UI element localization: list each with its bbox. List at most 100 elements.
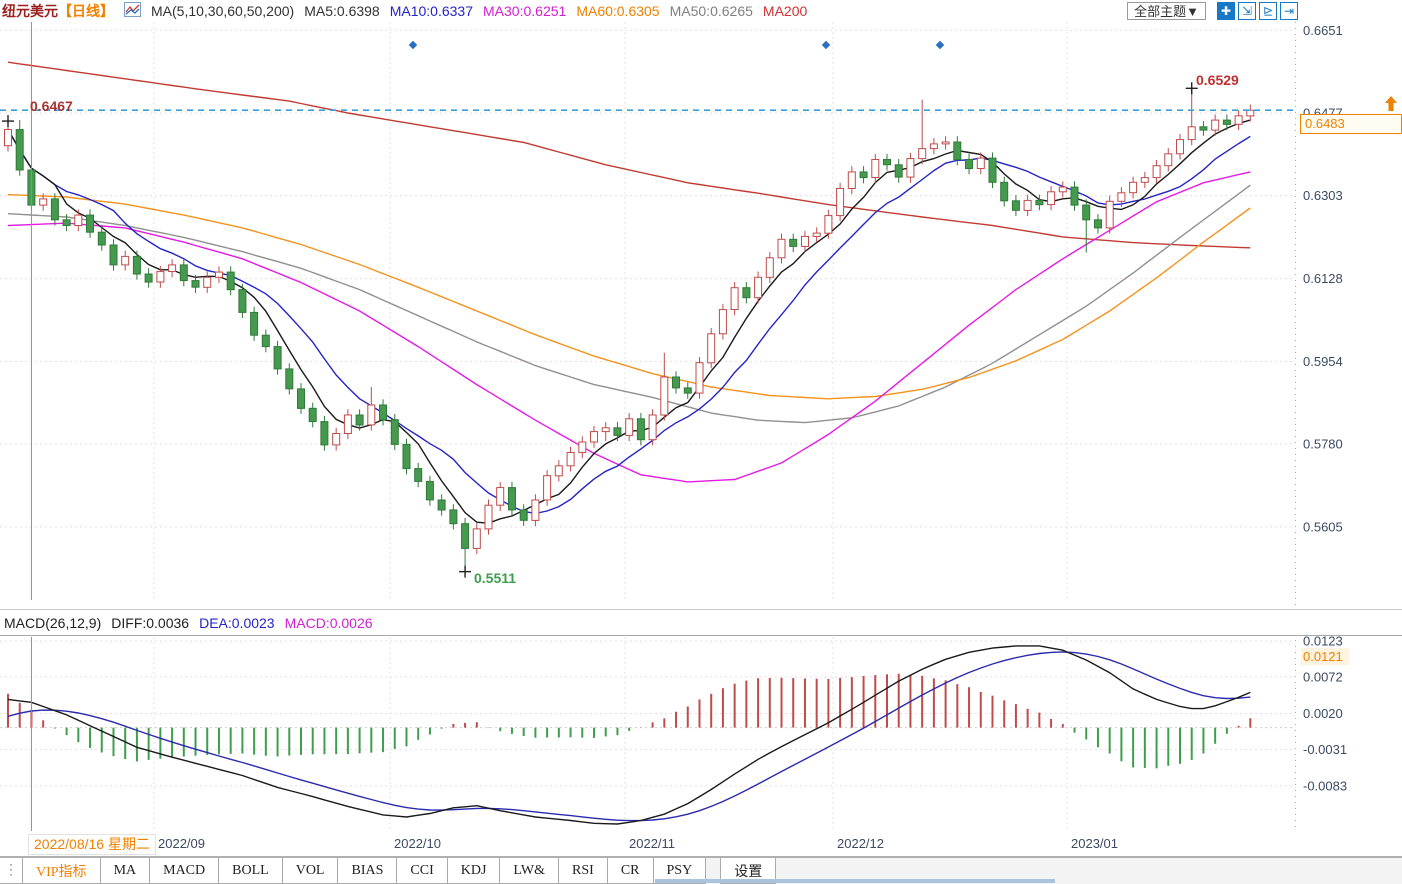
event-marker-icon[interactable] [409, 41, 417, 49]
candlestick-chart[interactable]: 0.66510.64770.63030.61280.59540.57800.56… [0, 0, 1402, 832]
candle [87, 215, 94, 232]
macd-header: MACD(26,12,9) DIFF:0.0036 DEA:0.0023 MAC… [0, 609, 1402, 636]
period-high-label: 0.6529 [1196, 72, 1239, 88]
candle [145, 274, 152, 282]
pane-play-icon[interactable]: ⊵ [1259, 2, 1277, 20]
macd-axis-tick: 0.0072 [1303, 669, 1343, 684]
candle [286, 369, 293, 389]
candle [954, 142, 961, 160]
candle [1153, 166, 1160, 178]
candle [251, 312, 258, 335]
candle [192, 281, 199, 288]
candle [426, 481, 433, 500]
candle [555, 466, 562, 476]
candle [802, 236, 809, 246]
y-axis-tick: 0.6651 [1303, 23, 1343, 38]
candle [591, 432, 598, 442]
candle [860, 172, 867, 178]
candle [1188, 127, 1195, 140]
x-axis-month-label: 2022/11 [629, 836, 675, 851]
macd-peak-tag: 0.0121 [1301, 648, 1349, 665]
candle [157, 272, 164, 282]
candle [731, 288, 738, 310]
candle [637, 419, 644, 440]
event-marker-icon[interactable] [822, 41, 830, 49]
ma60-line [8, 195, 1250, 399]
candle [778, 239, 785, 257]
candle [75, 215, 82, 225]
tab-vip-indicators[interactable]: VIP指标 [23, 858, 101, 884]
candle [51, 199, 58, 220]
candle [1095, 220, 1102, 228]
tab-rsi[interactable]: RSI [559, 858, 608, 884]
candle [1059, 187, 1066, 192]
candle [1235, 116, 1242, 125]
candle [122, 256, 129, 265]
tab-macd[interactable]: MACD [150, 858, 219, 884]
candle [966, 160, 973, 169]
pane-export-icon[interactable]: ⇥ [1280, 2, 1298, 20]
candle [169, 265, 176, 272]
y-axis-tick: 0.5780 [1303, 436, 1343, 451]
candle [356, 415, 363, 425]
candle [579, 442, 586, 452]
tab-ma[interactable]: MA [101, 858, 151, 884]
tab-boll[interactable]: BOLL [219, 858, 283, 884]
x-axis-month-label: 2022/09 [158, 836, 205, 851]
candle [1106, 201, 1113, 228]
tab-stub[interactable]: ⋮ [0, 858, 23, 884]
tab-vol[interactable]: VOL [283, 858, 339, 884]
candle [614, 428, 621, 436]
candle [1083, 205, 1090, 220]
candle [239, 290, 246, 313]
tab-cci[interactable]: CCI [397, 858, 447, 884]
candle [1024, 200, 1031, 210]
macd-axis-tick: -0.0031 [1303, 742, 1347, 757]
candle [766, 258, 773, 278]
candle [520, 510, 527, 520]
candle [790, 239, 797, 246]
pane-resize-icon[interactable]: ⇲ [1238, 2, 1256, 20]
chart-canvas[interactable]: 0.66510.64770.63030.61280.59540.57800.56… [0, 0, 1402, 832]
candle [719, 310, 726, 334]
candle [1118, 193, 1125, 202]
horizontal-scrollbar-thumb[interactable] [655, 879, 1055, 883]
candle [344, 415, 351, 434]
candle [884, 160, 891, 165]
candle [5, 130, 12, 146]
tab-cr[interactable]: CR [608, 858, 654, 884]
crosshair-high-label: 0.6467 [30, 98, 73, 114]
last-price-tag: 0.6483 [1300, 114, 1402, 134]
x-axis-month-label: 2023/01 [1071, 836, 1118, 851]
candle [438, 500, 445, 510]
period-low-label: 0.5511 [474, 570, 516, 586]
candle [509, 488, 516, 510]
theme-dropdown-button[interactable]: 全部主题▼ [1127, 2, 1206, 20]
candle [1212, 120, 1219, 130]
crosshair-icon[interactable]: ✚ [1217, 2, 1235, 20]
candle [133, 256, 140, 274]
macd-axis-tick: -0.0083 [1303, 779, 1347, 794]
candle [649, 415, 656, 440]
up-arrow-icon [1384, 96, 1398, 116]
tab-kdj[interactable]: KDJ [448, 858, 501, 884]
candle [368, 405, 375, 425]
candle [391, 420, 398, 445]
event-marker-icon[interactable] [936, 41, 944, 49]
candle [262, 335, 269, 346]
y-axis-tick: 0.6128 [1303, 271, 1343, 286]
candle [848, 172, 855, 189]
ma5-value: MA5:0.6398 [304, 3, 380, 19]
line-chart-icon [124, 2, 141, 20]
candle [532, 500, 539, 520]
candle [684, 388, 691, 393]
diff-line [8, 646, 1250, 824]
tab-lw[interactable]: LW& [500, 858, 559, 884]
candle [1036, 200, 1043, 204]
period-label[interactable]: 【日线】 [58, 1, 114, 21]
candle [204, 277, 211, 287]
tab-bias[interactable]: BIAS [338, 858, 397, 884]
candle [1141, 178, 1148, 183]
ma10-value: MA10:0.6337 [390, 3, 473, 19]
ma200-value: MA200 [763, 3, 807, 19]
